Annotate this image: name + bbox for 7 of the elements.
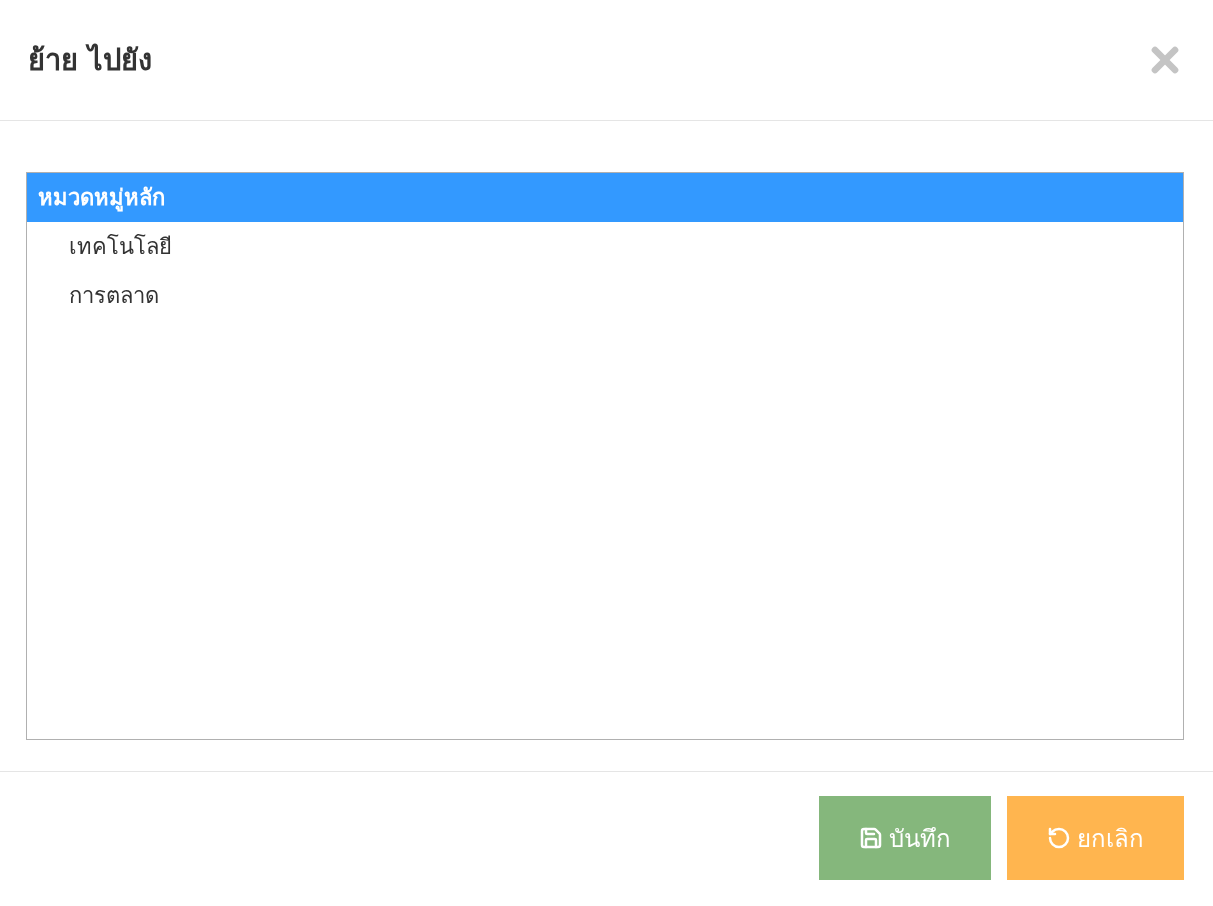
undo-icon xyxy=(1047,826,1071,850)
dialog-title: ย้าย ไปยัง xyxy=(28,42,153,79)
cancel-button[interactable]: ยกเลิก xyxy=(1007,796,1184,880)
tree-item[interactable]: การตลาด xyxy=(27,271,1183,320)
tree-item[interactable]: เทคโนโลยี xyxy=(27,222,1183,271)
save-button[interactable]: บันทึก xyxy=(819,796,991,880)
tree-item[interactable]: หมวดหมู่หลัก xyxy=(27,173,1183,222)
